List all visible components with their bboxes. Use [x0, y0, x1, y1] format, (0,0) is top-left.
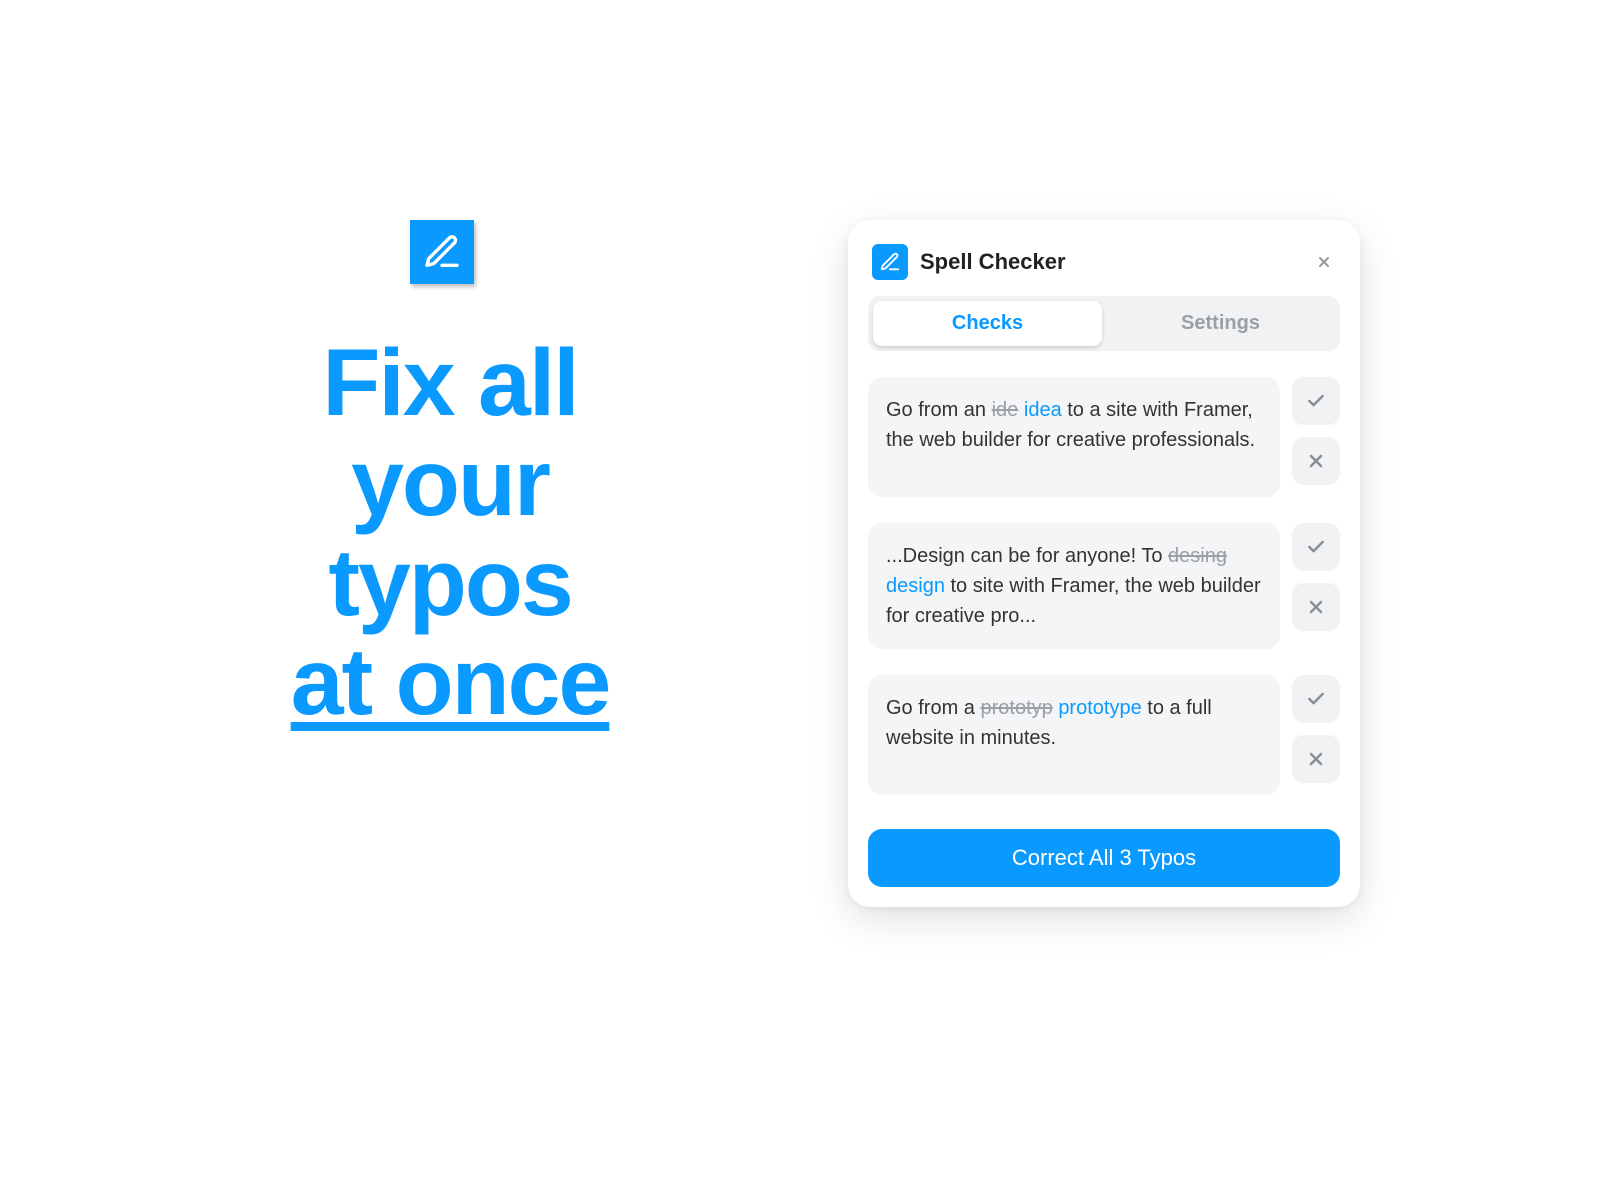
check-actions — [1292, 523, 1340, 649]
check-fix: prototype — [1058, 697, 1141, 719]
correct-all-button[interactable]: Correct All 3 Typos — [868, 829, 1340, 887]
spell-checker-panel: Spell Checker Checks Settings Go from an… — [848, 220, 1360, 907]
check-item: Go from an ide idea to a site with Frame… — [868, 377, 1340, 497]
panel-title: Spell Checker — [920, 249, 1300, 275]
check-actions — [1292, 377, 1340, 497]
tab-settings[interactable]: Settings — [1106, 301, 1335, 346]
accept-button[interactable] — [1292, 523, 1340, 571]
tab-checks[interactable]: Checks — [873, 301, 1102, 346]
check-strike: desing — [1168, 545, 1227, 567]
check-text: Go from an ide idea to a site with Frame… — [868, 377, 1280, 497]
tabs: Checks Settings — [868, 296, 1340, 351]
check-item: ...Design can be for anyone! To desing d… — [868, 523, 1340, 649]
check-pre: Go from an — [886, 399, 992, 421]
check-strike: prototyp — [980, 697, 1052, 719]
checks-list: Go from an ide idea to a site with Frame… — [868, 377, 1340, 795]
dismiss-button[interactable] — [1292, 437, 1340, 485]
check-pre: ...Design can be for anyone! To — [886, 545, 1168, 567]
check-fix: design — [886, 575, 945, 597]
accept-button[interactable] — [1292, 377, 1340, 425]
check-actions — [1292, 675, 1340, 795]
close-button[interactable] — [1312, 250, 1336, 274]
dismiss-button[interactable] — [1292, 735, 1340, 783]
dismiss-button[interactable] — [1292, 583, 1340, 631]
headline-line3: typos — [240, 534, 660, 634]
panel-header: Spell Checker — [868, 240, 1340, 296]
check-pre: Go from a — [886, 697, 980, 719]
accept-button[interactable] — [1292, 675, 1340, 723]
pencil-logo — [410, 220, 474, 284]
check-item: Go from a prototyp prototype to a full w… — [868, 675, 1340, 795]
check-text: Go from a prototyp prototype to a full w… — [868, 675, 1280, 795]
pencil-icon — [872, 244, 908, 280]
stage: Fix all your typos at once Spell Checker… — [160, 120, 1440, 1080]
check-fix: idea — [1024, 399, 1062, 421]
marketing-left: Fix all your typos at once — [240, 220, 660, 733]
check-text: ...Design can be for anyone! To desing d… — [868, 523, 1280, 649]
check-strike: ide — [992, 399, 1019, 421]
headline-line1: Fix all — [240, 334, 660, 434]
headline: Fix all your typos at once — [240, 334, 660, 733]
headline-line4: at once — [240, 633, 660, 733]
headline-line2: your — [240, 434, 660, 534]
